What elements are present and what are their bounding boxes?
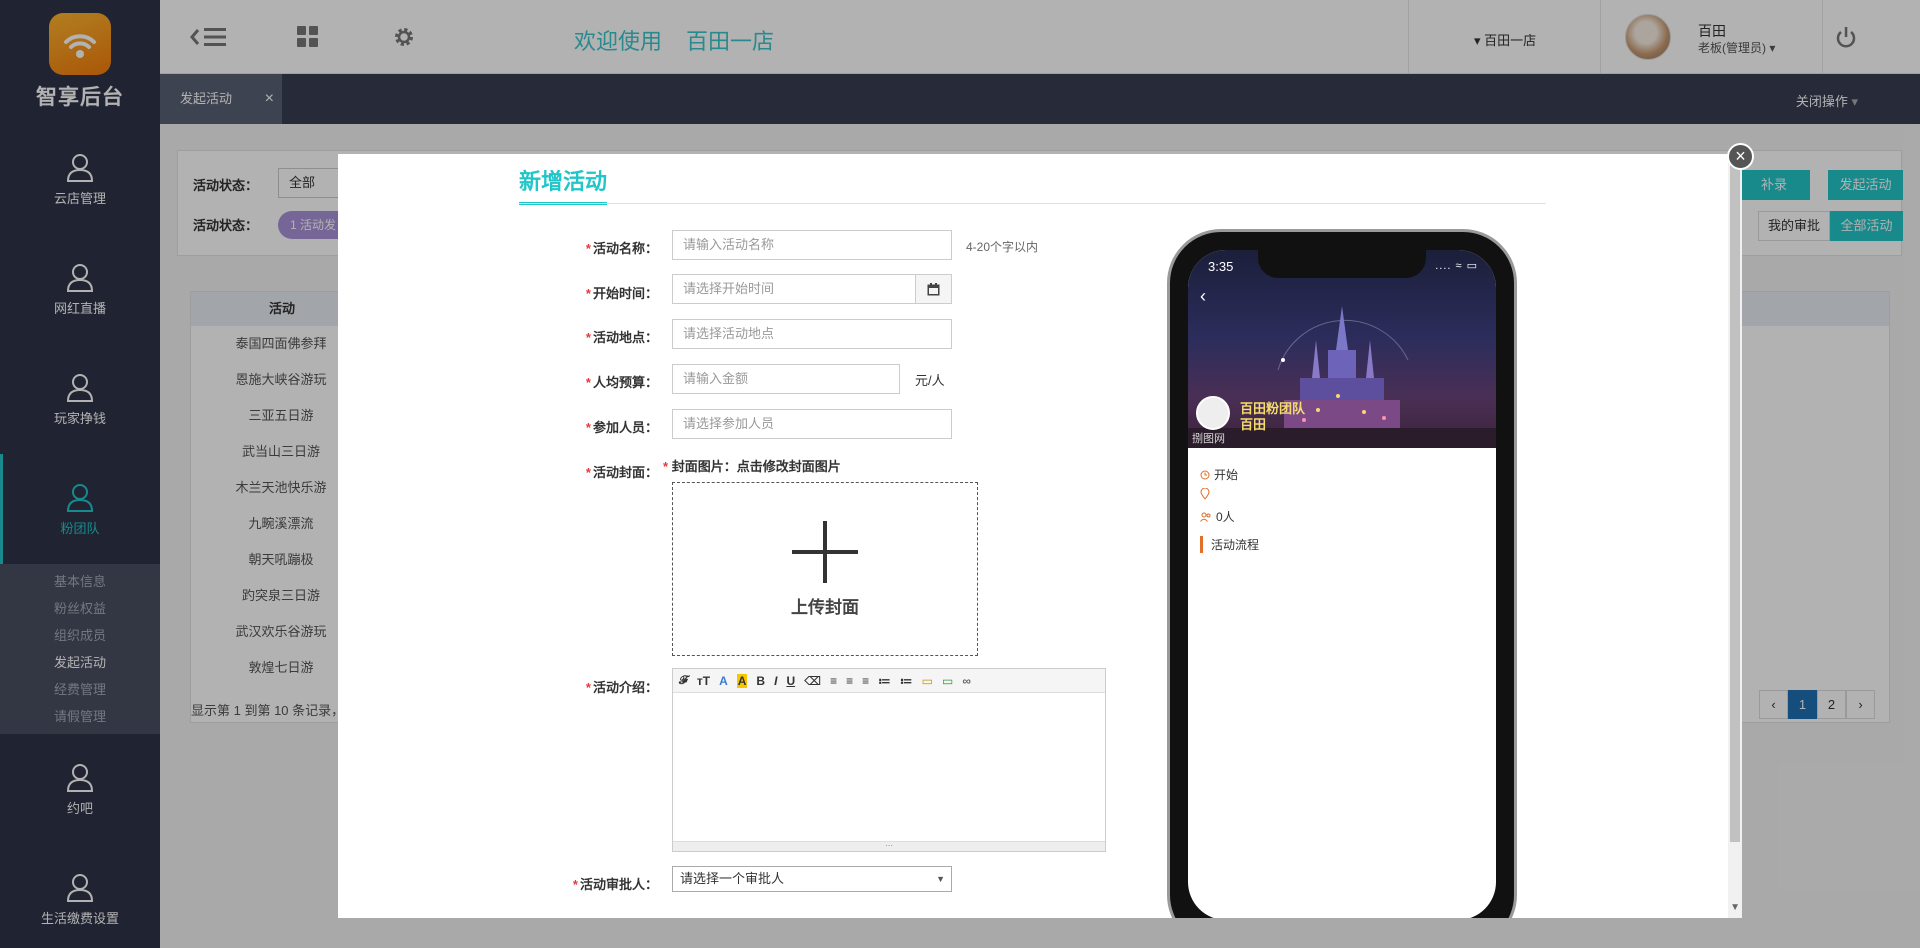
activity-flow-heading: 活动流程 bbox=[1200, 536, 1259, 553]
label-text: 活动审批人： bbox=[579, 877, 658, 892]
required-mark: * bbox=[585, 286, 591, 301]
start-time-input[interactable]: 请选择开始时间 bbox=[672, 274, 916, 304]
modal-title-divider bbox=[519, 203, 1546, 204]
phone-status-icons: .... ≈ ▭ bbox=[1435, 260, 1478, 272]
rich-text-editor: 𝓕 тT A A B I U ⌫ ≡ ≡ ≡ ≔ ≔ ▭ ▭ ∞ ⋯ bbox=[672, 668, 1106, 852]
required-mark: * bbox=[585, 330, 591, 345]
font-family-icon[interactable]: 𝓕 bbox=[679, 673, 688, 688]
font-color-icon[interactable]: A bbox=[719, 674, 728, 688]
required-mark: * bbox=[585, 680, 591, 695]
modal-title: 新增活动 bbox=[519, 164, 608, 205]
align-center-icon[interactable]: ≡ bbox=[846, 674, 853, 688]
required-mark: * bbox=[585, 241, 591, 256]
label-text: 活动介绍： bbox=[592, 680, 658, 695]
bold-icon[interactable]: B bbox=[756, 674, 765, 688]
required-mark: * bbox=[585, 465, 591, 480]
start-time-row: 开始 bbox=[1200, 466, 1238, 483]
cover-upload-label: 上传封面 bbox=[791, 597, 859, 617]
scroll-down-arrow-icon[interactable]: ▼ bbox=[1730, 902, 1740, 913]
activity-name-hint: 4-20个字以内 bbox=[966, 240, 1039, 254]
activity-place-label: * 活动地点： bbox=[548, 327, 658, 346]
budget-input[interactable]: 请输入金额 bbox=[672, 364, 900, 394]
cover-label: * 活动封面： bbox=[548, 462, 658, 481]
label-text: 活动地点： bbox=[592, 330, 658, 345]
required-mark: * bbox=[585, 375, 591, 390]
label-text: 活动名称： bbox=[592, 241, 658, 256]
chevron-down-icon: ▼ bbox=[936, 874, 945, 884]
team-avatar bbox=[1196, 396, 1230, 430]
people-row: 0人 bbox=[1200, 508, 1235, 525]
budget-unit: 元/人 bbox=[915, 373, 945, 388]
insert-image-icon[interactable]: ▭ bbox=[922, 674, 933, 688]
activity-place-input[interactable]: 请选择活动地点 bbox=[672, 319, 952, 349]
required-mark: * bbox=[585, 420, 591, 435]
insert-table-icon[interactable]: ▭ bbox=[942, 674, 953, 688]
editor-content-area[interactable] bbox=[673, 693, 1105, 841]
underline-icon[interactable]: U bbox=[786, 674, 795, 688]
watermark: 捌图网 bbox=[1192, 433, 1225, 445]
eraser-icon[interactable]: ⌫ bbox=[804, 674, 821, 688]
cover-image-castle bbox=[1188, 250, 1496, 448]
modal-close-button[interactable]: × bbox=[1727, 143, 1754, 170]
phone-screen: 3:35 .... ≈ ▭ ‹ 百田粉团队 百田 捌图网 开始 0人 活动流程 bbox=[1188, 250, 1496, 918]
editor-resize-handle[interactable]: ⋯ bbox=[673, 841, 1105, 851]
approver-select[interactable]: 请选择一个审批人 ▼ bbox=[672, 866, 952, 892]
activity-name-input[interactable]: 请输入活动名称 bbox=[672, 230, 952, 260]
location-pin-icon bbox=[1200, 488, 1210, 500]
label-text: 活动封面： bbox=[592, 465, 658, 480]
highlight-icon[interactable]: A bbox=[736, 673, 748, 688]
approver-select-value: 请选择一个审批人 bbox=[680, 871, 785, 886]
required-mark: * bbox=[572, 877, 578, 892]
location-row bbox=[1200, 488, 1214, 500]
required-mark: * bbox=[663, 459, 669, 474]
intro-label: * 活动介绍： bbox=[548, 677, 658, 696]
label-text: 参加人员： bbox=[592, 420, 658, 435]
plus-icon bbox=[792, 520, 858, 583]
back-arrow-icon[interactable]: ‹ bbox=[1200, 286, 1206, 307]
people-icon bbox=[1200, 512, 1211, 522]
calendar-button[interactable] bbox=[916, 274, 952, 304]
add-activity-modal: 新增活动 * 活动名称： 请输入活动名称 4-20个字以内 * 开始时间： 请选择开… bbox=[338, 154, 1742, 918]
cover-upload-box[interactable]: 上传封面 bbox=[672, 482, 978, 656]
scrollbar-thumb[interactable] bbox=[1730, 162, 1740, 842]
cover-note: * 封面图片：点击修改封面图片 bbox=[663, 456, 841, 475]
italic-icon[interactable]: I bbox=[774, 674, 777, 688]
align-left-icon[interactable]: ≡ bbox=[830, 674, 837, 688]
modal-scrollbar[interactable]: ▼ bbox=[1728, 154, 1742, 918]
start-time-label: * 开始时间： bbox=[548, 283, 658, 302]
team-owner: 百田 bbox=[1240, 417, 1267, 432]
budget-label: * 人均预算： bbox=[548, 372, 658, 391]
calendar-icon bbox=[927, 282, 940, 295]
people-count-text: 0人 bbox=[1216, 510, 1235, 524]
link-icon[interactable]: ∞ bbox=[962, 674, 971, 688]
activity-name-label: * 活动名称： bbox=[548, 238, 658, 257]
label-text: 人均预算： bbox=[592, 375, 658, 390]
start-time-text: 开始 bbox=[1214, 468, 1239, 482]
font-size-icon[interactable]: тT bbox=[697, 674, 710, 688]
phone-preview: 3:35 .... ≈ ▭ ‹ 百田粉团队 百田 捌图网 开始 0人 活动流程 bbox=[1167, 229, 1517, 918]
castle-illustration bbox=[1188, 306, 1496, 448]
editor-toolbar: 𝓕 тT A A B I U ⌫ ≡ ≡ ≡ ≔ ≔ ▭ ▭ ∞ bbox=[673, 669, 1105, 693]
phone-notch bbox=[1258, 250, 1426, 278]
members-label: * 参加人员： bbox=[548, 417, 658, 436]
clock-icon bbox=[1200, 470, 1210, 479]
approver-label: * 活动审批人： bbox=[534, 874, 658, 893]
label-text: 开始时间： bbox=[592, 286, 658, 301]
unordered-list-icon[interactable]: ≔ bbox=[900, 674, 913, 688]
align-right-icon[interactable]: ≡ bbox=[862, 674, 869, 688]
members-input[interactable]: 请选择参加人员 bbox=[672, 409, 952, 439]
ordered-list-icon[interactable]: ≔ bbox=[878, 674, 891, 688]
phone-time: 3:35 bbox=[1208, 259, 1234, 274]
cover-note-text: 封面图片：点击修改封面图片 bbox=[671, 459, 841, 474]
